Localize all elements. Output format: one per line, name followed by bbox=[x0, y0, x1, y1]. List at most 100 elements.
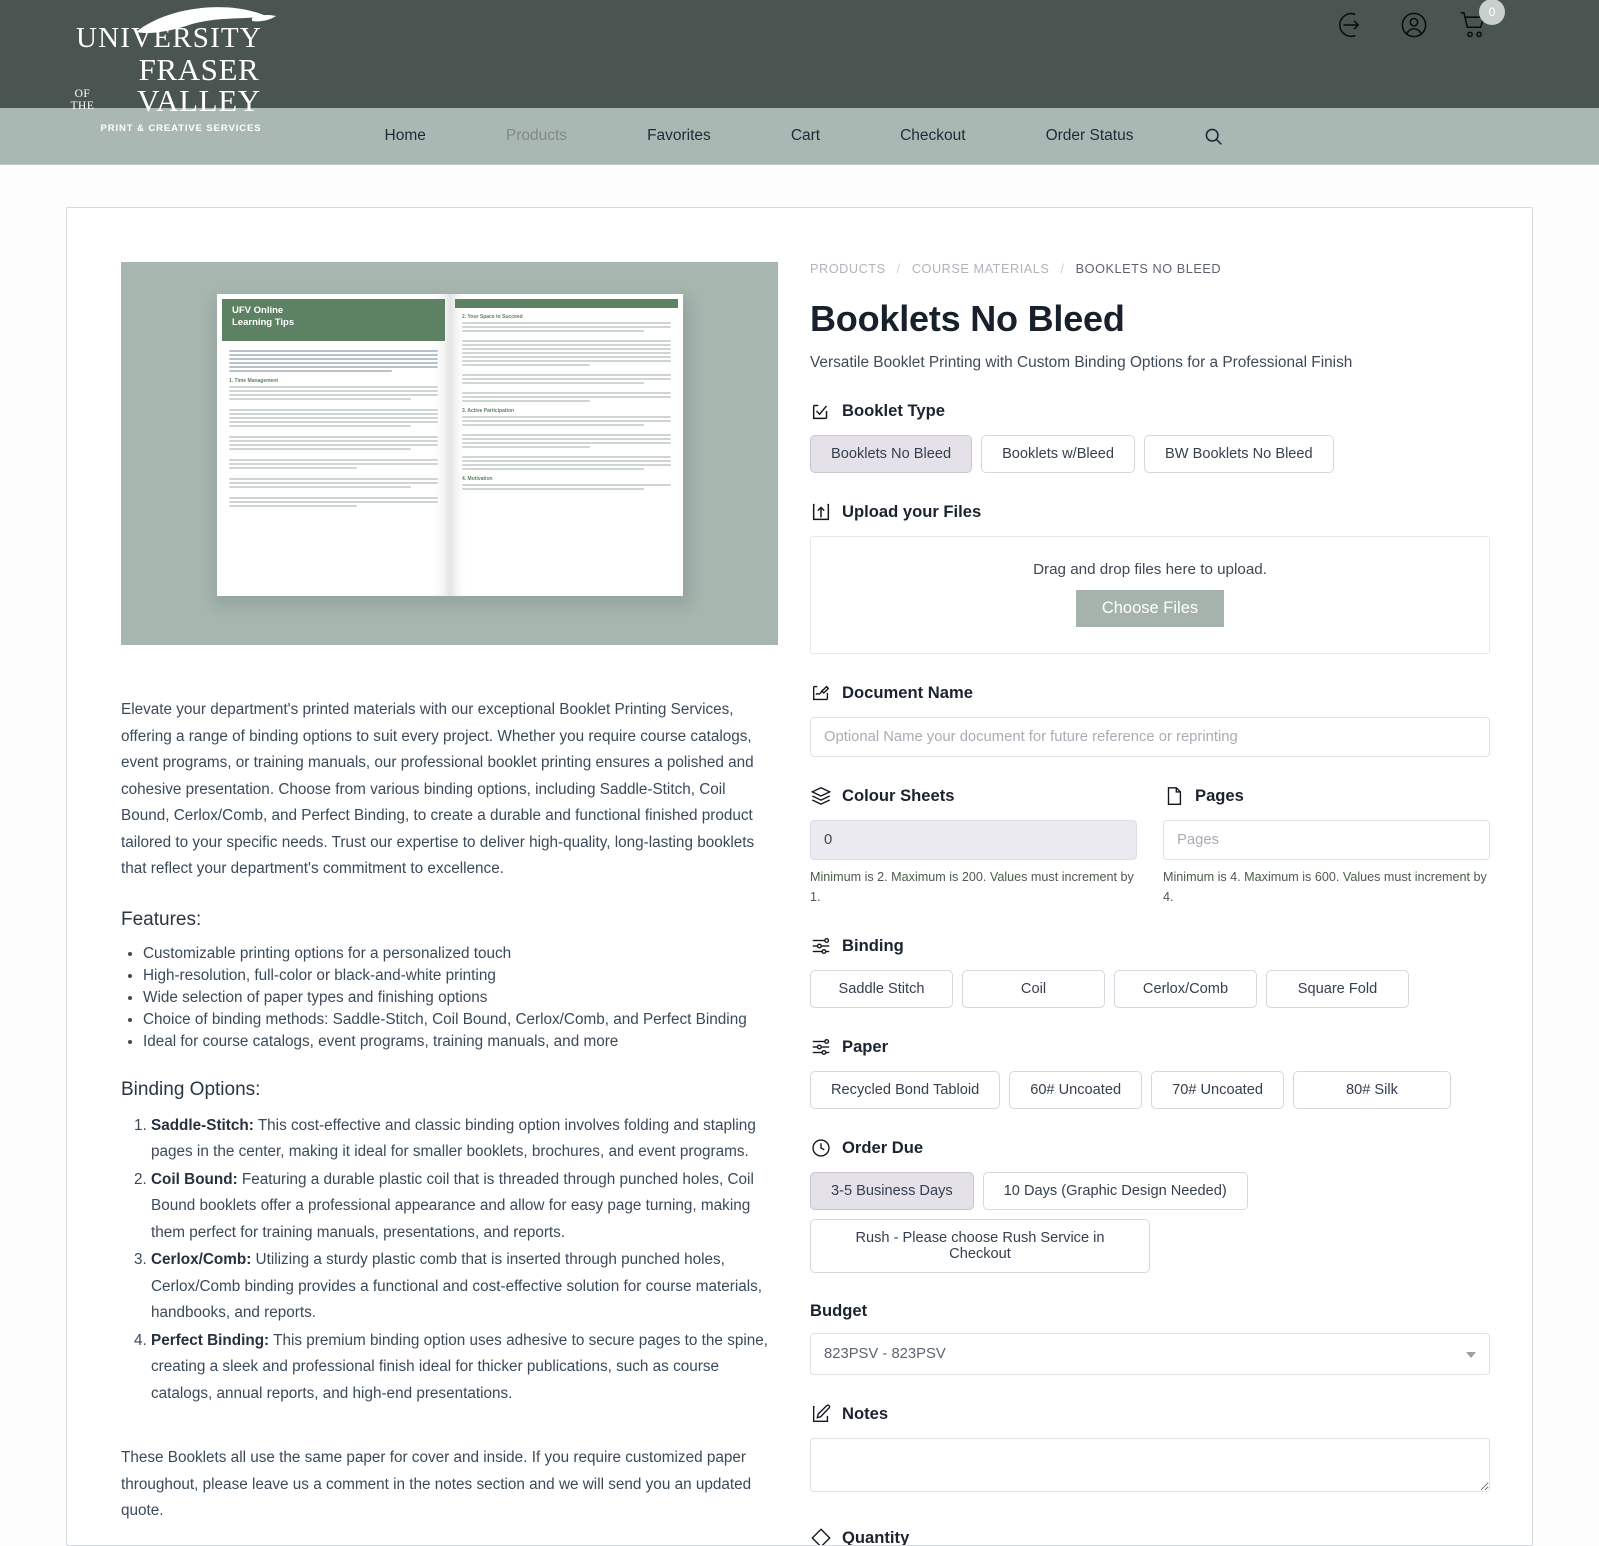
nav-item-order-status[interactable]: Order Status bbox=[1006, 127, 1174, 145]
field-label: Booklet Type bbox=[842, 401, 945, 420]
breadcrumb-separator: / bbox=[896, 262, 901, 276]
field-label: Pages bbox=[1195, 786, 1244, 805]
option-bw-booklets-no-bleed[interactable]: BW Booklets No Bleed bbox=[1144, 435, 1334, 473]
option-recycled-bond-tabloid[interactable]: Recycled Bond Tabloid bbox=[810, 1071, 1001, 1109]
booklet-type-field: Booklet Type Booklets No Bleed Booklets … bbox=[810, 400, 1490, 473]
colour-sheets-input[interactable] bbox=[810, 820, 1137, 860]
order-due-label-row: Order Due bbox=[810, 1137, 1490, 1159]
logo-tagline: PRINT & CREATIVE SERVICES bbox=[100, 123, 262, 134]
list-item: Cerlox/Comb: Utilizing a sturdy plastic … bbox=[151, 1247, 778, 1327]
paper-note: These Booklets all use the same paper fo… bbox=[121, 1449, 752, 1519]
pages-input[interactable] bbox=[1163, 820, 1490, 860]
option-60-uncoated[interactable]: 60# Uncoated bbox=[1009, 1071, 1143, 1109]
quantity-label-row: Quantity bbox=[810, 1527, 1490, 1545]
pencil-icon bbox=[810, 1403, 832, 1425]
booklet-mockup: UFV Online Learning Tips 1. Time Managem… bbox=[217, 294, 683, 596]
option-10-days-graphic-design[interactable]: 10 Days (Graphic Design Needed) bbox=[982, 1172, 1248, 1210]
product-detail-card: UFV Online Learning Tips 1. Time Managem… bbox=[66, 207, 1533, 1546]
nav-item-favorites[interactable]: Favorites bbox=[607, 127, 751, 145]
notes-textarea[interactable] bbox=[810, 1438, 1490, 1492]
field-label: Notes bbox=[842, 1404, 889, 1423]
field-label: Upload your Files bbox=[842, 502, 982, 521]
list-item: Choice of binding methods: Saddle-Stitch… bbox=[143, 1009, 778, 1031]
logo-ofthe-text: OF THE bbox=[70, 88, 95, 112]
binding-options-heading: Binding Options: bbox=[121, 1078, 261, 1100]
breadcrumb-separator: / bbox=[1060, 262, 1065, 276]
nav-item-products[interactable]: Products bbox=[466, 127, 607, 145]
nav-item-cart[interactable]: Cart bbox=[751, 127, 860, 145]
option-saddle-stitch[interactable]: Saddle Stitch bbox=[810, 970, 953, 1008]
pages-hint: Minimum is 4. Maximum is 600. Values mus… bbox=[1163, 870, 1487, 904]
nav-item-checkout[interactable]: Checkout bbox=[860, 127, 1005, 145]
option-80-silk[interactable]: 80# Silk bbox=[1292, 1071, 1451, 1109]
field-label: Binding bbox=[842, 936, 904, 955]
product-subtitle: Versatile Booklet Printing with Custom B… bbox=[810, 354, 1353, 371]
product-description: Elevate your department's printed materi… bbox=[121, 701, 755, 877]
features-list: Customizable printing options for a pers… bbox=[143, 943, 778, 1053]
product-info-column: UFV Online Learning Tips 1. Time Managem… bbox=[121, 262, 778, 1545]
field-label: Document Name bbox=[842, 683, 973, 702]
clock-icon bbox=[810, 1137, 832, 1159]
option-rush-service[interactable]: Rush - Please choose Rush Service in Che… bbox=[810, 1219, 1150, 1273]
quantity-field: Quantity bbox=[810, 1527, 1490, 1545]
option-cerlox-comb[interactable]: Cerlox/Comb bbox=[1114, 970, 1257, 1008]
page-title: Booklets No Bleed bbox=[810, 298, 1125, 339]
dropzone-text: Drag and drop files here to upload. bbox=[1033, 561, 1267, 578]
layers-icon bbox=[810, 785, 832, 807]
binding-label-row: Binding bbox=[810, 935, 1490, 957]
breadcrumb-item-products[interactable]: PRODUCTS bbox=[810, 262, 886, 276]
option-booklets-w-bleed[interactable]: Booklets w/Bleed bbox=[981, 435, 1136, 473]
logo-fraservalley-text: FRASER VALLEY bbox=[137, 52, 261, 118]
notes-label-row: Notes bbox=[810, 1403, 1490, 1425]
breadcrumb-item-course-materials[interactable]: COURSE MATERIALS bbox=[912, 262, 1050, 276]
booklet-type-label-row: Booklet Type bbox=[810, 400, 1490, 422]
binding-options: Saddle Stitch Coil Cerlox/Comb Square Fo… bbox=[810, 970, 1490, 1008]
features-heading: Features: bbox=[121, 908, 202, 930]
colour-sheets-field: Colour Sheets Minimum is 2. Maximum is 2… bbox=[810, 785, 1137, 907]
order-due-options: 3-5 Business Days 10 Days (Graphic Desig… bbox=[810, 1172, 1490, 1273]
budget-field: Budget 823PSV - 823PSV bbox=[810, 1301, 1490, 1375]
nav-item-home[interactable]: Home bbox=[345, 127, 466, 145]
document-name-label-row: Document Name bbox=[810, 682, 1490, 704]
booklet-section-label: 1. Time Management bbox=[229, 378, 279, 384]
field-label: Quantity bbox=[842, 1528, 910, 1545]
colour-sheets-hint: Minimum is 2. Maximum is 200. Values mus… bbox=[810, 870, 1134, 904]
pages-field: Pages Minimum is 4. Maximum is 600. Valu… bbox=[1163, 785, 1490, 907]
list-item: Coil Bound: Featuring a durable plastic … bbox=[151, 1167, 778, 1247]
notes-field: Notes bbox=[810, 1403, 1490, 1497]
paper-field: Paper Recycled Bond Tabloid 60# Uncoated… bbox=[810, 1036, 1490, 1109]
field-label: Colour Sheets bbox=[842, 786, 955, 805]
search-icon[interactable] bbox=[1173, 126, 1254, 147]
document-name-input[interactable] bbox=[810, 717, 1490, 757]
option-3-5-business-days[interactable]: 3-5 Business Days bbox=[810, 1172, 974, 1210]
upload-label-row: Upload your Files bbox=[810, 501, 1490, 523]
colour-sheets-label-row: Colour Sheets bbox=[810, 785, 1137, 807]
cart-icon[interactable]: 0 bbox=[1457, 0, 1505, 47]
choose-files-button[interactable]: Choose Files bbox=[1075, 590, 1225, 627]
field-label: Order Due bbox=[842, 1138, 924, 1157]
pages-label-row: Pages bbox=[1163, 785, 1490, 807]
option-70-uncoated[interactable]: 70# Uncoated bbox=[1151, 1071, 1284, 1109]
account-icon[interactable] bbox=[1397, 8, 1431, 47]
logo-swoosh-icon bbox=[66, 6, 296, 34]
option-booklets-no-bleed[interactable]: Booklets No Bleed bbox=[810, 435, 973, 473]
breadcrumb-item-current: BOOKLETS NO BLEED bbox=[1075, 262, 1222, 276]
field-label: Paper bbox=[842, 1037, 889, 1056]
option-coil[interactable]: Coil bbox=[962, 970, 1105, 1008]
breadcrumb: PRODUCTS / COURSE MATERIALS / BOOKLETS N… bbox=[810, 262, 1490, 276]
upload-box-icon bbox=[810, 501, 832, 523]
upload-files-field: Upload your Files Drag and drop files he… bbox=[810, 501, 1490, 654]
option-square-fold[interactable]: Square Fold bbox=[1266, 970, 1409, 1008]
file-dropzone[interactable]: Drag and drop files here to upload. Choo… bbox=[810, 536, 1490, 654]
checkbox-check-icon bbox=[810, 400, 832, 422]
header-icon-group: 0 bbox=[1337, 0, 1505, 47]
tag-icon bbox=[810, 1527, 832, 1545]
site-header: UNIVERSITY OF THE FRASER VALLEY PRINT & … bbox=[0, 0, 1599, 134]
product-image: UFV Online Learning Tips 1. Time Managem… bbox=[121, 262, 778, 645]
booklet-cover-title: UFV Online Learning Tips bbox=[222, 299, 445, 341]
sign-in-icon[interactable] bbox=[1337, 8, 1371, 47]
sheets-pages-row: Colour Sheets Minimum is 2. Maximum is 2… bbox=[810, 785, 1490, 907]
list-item: High-resolution, full-color or black-and… bbox=[143, 965, 778, 987]
ufv-logo[interactable]: UNIVERSITY OF THE FRASER VALLEY PRINT & … bbox=[66, 6, 296, 134]
budget-select[interactable]: 823PSV - 823PSV bbox=[810, 1333, 1490, 1375]
